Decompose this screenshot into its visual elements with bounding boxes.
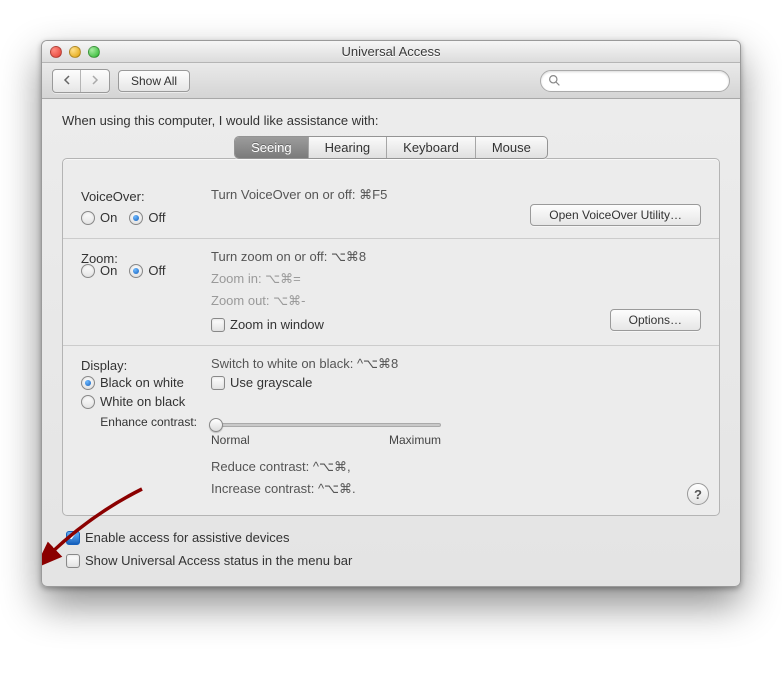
titlebar: Universal Access	[42, 41, 740, 63]
use-grayscale-label: Use grayscale	[230, 375, 312, 390]
window-controls	[50, 46, 100, 58]
open-voiceover-utility-button[interactable]: Open VoiceOver Utility…	[530, 204, 701, 226]
contrast-row: Enhance contrast: Normal Maximum	[63, 413, 719, 453]
content: When using this computer, I would like a…	[42, 99, 740, 586]
slider-min-label: Normal	[211, 433, 250, 447]
reduce-contrast-hint: Reduce contrast: ^⌥⌘,	[211, 459, 701, 475]
checkbox-icon	[211, 318, 225, 332]
voiceover-on-label: On	[100, 210, 117, 225]
zoom-off-label: Off	[148, 263, 165, 278]
tab-mouse[interactable]: Mouse	[476, 137, 547, 158]
increase-contrast-hint: Increase contrast: ^⌥⌘.	[211, 481, 701, 497]
white-on-black-label: White on black	[100, 394, 185, 409]
radio-icon	[129, 211, 143, 225]
intro-text: When using this computer, I would like a…	[62, 113, 720, 128]
zoom-label: Zoom:	[81, 249, 201, 309]
radio-icon	[81, 395, 95, 409]
minimize-button[interactable]	[69, 46, 81, 58]
window-title: Universal Access	[42, 44, 740, 59]
zoom-button[interactable]	[88, 46, 100, 58]
zoom-section: Zoom: Turn zoom on or off: ⌥⌘8 Zoom in: …	[63, 239, 719, 346]
chevron-left-icon	[63, 75, 71, 85]
voiceover-label: VoiceOver:	[81, 187, 201, 204]
question-icon: ?	[694, 487, 702, 502]
show-all-button[interactable]: Show All	[118, 70, 190, 92]
slider-max-label: Maximum	[389, 433, 441, 447]
zoom-in-window-label: Zoom in window	[230, 317, 324, 332]
use-grayscale-checkbox[interactable]: Use grayscale	[211, 375, 491, 390]
tab-segment: Seeing Hearing Keyboard Mouse	[234, 136, 548, 159]
zoom-out-hint: Zoom out: ⌥⌘-	[211, 293, 491, 309]
display-label: Display:	[81, 356, 201, 373]
tab-hearing[interactable]: Hearing	[309, 137, 388, 158]
contrast-label: Enhance contrast:	[81, 413, 201, 429]
voiceover-off-label: Off	[148, 210, 165, 225]
preferences-window: Universal Access Show All When using thi…	[41, 40, 741, 587]
nav-segment	[52, 69, 110, 93]
voiceover-section: VoiceOver: Turn VoiceOver on or off: ⌘F5…	[63, 177, 719, 239]
voiceover-on-radio[interactable]: On	[81, 210, 117, 225]
toolbar: Show All	[42, 63, 740, 99]
contrast-hints: Reduce contrast: ^⌥⌘, Increase contrast:…	[63, 453, 719, 515]
black-on-white-radio[interactable]: Black on white	[81, 375, 201, 390]
show-status-label: Show Universal Access status in the menu…	[85, 553, 352, 568]
zoom-options-button[interactable]: Options…	[610, 309, 701, 331]
seeing-panel: VoiceOver: Turn VoiceOver on or off: ⌘F5…	[62, 158, 720, 516]
checkbox-icon	[66, 531, 80, 545]
radio-icon	[129, 264, 143, 278]
white-on-black-radio[interactable]: White on black	[81, 394, 201, 409]
zoom-in-hint: Zoom in: ⌥⌘=	[211, 271, 491, 287]
tab-keyboard[interactable]: Keyboard	[387, 137, 476, 158]
zoom-on-radio[interactable]: On	[81, 263, 117, 278]
zoom-in-window-checkbox[interactable]: Zoom in window	[211, 317, 491, 332]
tab-seeing[interactable]: Seeing	[235, 137, 308, 158]
enable-assistive-label: Enable access for assistive devices	[85, 530, 289, 545]
show-status-checkbox[interactable]: Show Universal Access status in the menu…	[66, 553, 716, 568]
chevron-right-icon	[91, 75, 99, 85]
radio-icon	[81, 211, 95, 225]
close-button[interactable]	[50, 46, 62, 58]
voiceover-hint: Turn VoiceOver on or off: ⌘F5	[211, 187, 491, 203]
search-icon	[548, 74, 561, 87]
zoom-on-label: On	[100, 263, 117, 278]
zoom-off-radio[interactable]: Off	[129, 263, 165, 278]
search-container	[540, 70, 730, 92]
zoom-hint: Turn zoom on or off: ⌥⌘8	[211, 249, 491, 265]
help-button[interactable]: ?	[687, 483, 709, 505]
back-button[interactable]	[53, 70, 81, 92]
radio-icon	[81, 264, 95, 278]
enable-assistive-checkbox[interactable]: Enable access for assistive devices	[66, 530, 716, 545]
contrast-slider[interactable]	[211, 423, 441, 427]
checkbox-icon	[66, 554, 80, 568]
search-input[interactable]	[540, 70, 730, 92]
black-on-white-label: Black on white	[100, 375, 184, 390]
slider-thumb[interactable]	[209, 418, 223, 432]
radio-icon	[81, 376, 95, 390]
checkbox-icon	[211, 376, 225, 390]
footer: Enable access for assistive devices Show…	[62, 516, 720, 568]
voiceover-off-radio[interactable]: Off	[129, 210, 165, 225]
display-section: Display: Switch to white on black: ^⌥⌘8 …	[63, 346, 719, 413]
tab-row: Seeing Hearing Keyboard Mouse	[62, 136, 720, 159]
display-hint: Switch to white on black: ^⌥⌘8	[211, 356, 491, 372]
forward-button[interactable]	[81, 70, 109, 92]
